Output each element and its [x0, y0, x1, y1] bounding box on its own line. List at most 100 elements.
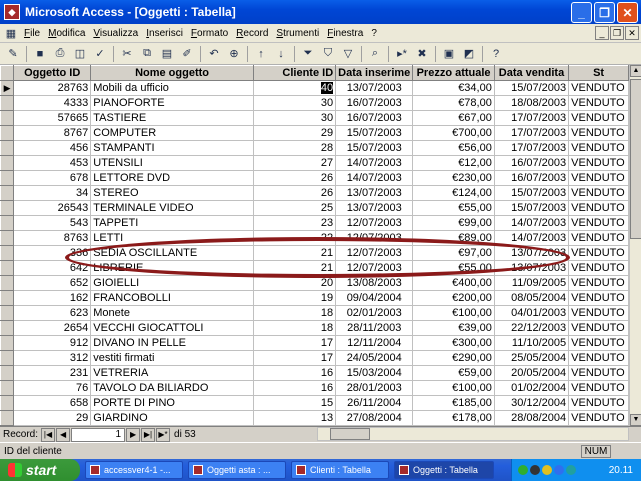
cell-prezzo-attuale[interactable]: €78,00 — [412, 95, 495, 111]
tray-icon[interactable] — [530, 465, 540, 475]
cell-data-vendita[interactable]: 11/09/2005 — [494, 275, 570, 291]
record-selector[interactable] — [0, 110, 15, 126]
cell-stato[interactable]: VENDUTO — [568, 215, 629, 231]
view-icon[interactable]: ✎ — [4, 45, 22, 63]
cell-stato[interactable]: VENDUTO — [568, 275, 629, 291]
cell-data-inserimento[interactable]: 14/07/2003 — [335, 155, 414, 171]
cell-data-inserimento[interactable]: 26/11/2004 — [335, 395, 414, 411]
cell-cliente-id[interactable]: 16 — [253, 365, 337, 381]
table-row[interactable]: 8767 COMPUTER 29 15/07/2003 €700,00 17/07/200… — [0, 125, 629, 141]
cell-data-vendita[interactable]: 15/07/2003 — [494, 200, 570, 216]
record-selector[interactable] — [0, 395, 15, 411]
cell-oggetto-id[interactable]: 543 — [13, 215, 92, 231]
cell-data-vendita[interactable]: 17/07/2003 — [494, 125, 570, 141]
cell-nome-oggetto[interactable]: SEDIA OSCILLANTE — [90, 245, 254, 261]
cell-cliente-id[interactable]: 30 — [253, 95, 337, 111]
scroll-up-arrow-icon[interactable]: ▲ — [630, 65, 641, 77]
record-selector[interactable] — [0, 155, 15, 171]
help-icon[interactable]: ? — [487, 45, 505, 63]
menu-inserisci[interactable]: Inserisci — [142, 28, 187, 39]
cell-prezzo-attuale[interactable]: €99,00 — [412, 215, 495, 231]
cell-nome-oggetto[interactable]: STEREO — [90, 185, 254, 201]
cell-stato[interactable]: VENDUTO — [568, 260, 629, 276]
cell-stato[interactable]: VENDUTO — [568, 95, 629, 111]
record-selector[interactable] — [0, 350, 15, 366]
cell-data-vendita[interactable]: 20/05/2004 — [494, 365, 570, 381]
cell-cliente-id[interactable]: 20 — [253, 275, 337, 291]
horizontal-scrollbar[interactable] — [317, 427, 629, 441]
cell-nome-oggetto[interactable]: DIVANO IN PELLE — [90, 335, 254, 351]
cell-prezzo-attuale[interactable]: €89,00 — [412, 230, 495, 246]
mdi-restore-button[interactable]: ❐ — [610, 26, 624, 40]
cell-prezzo-attuale[interactable]: €300,00 — [412, 335, 495, 351]
cell-stato[interactable]: VENDUTO — [568, 245, 629, 261]
column-header-data-vendita[interactable]: Data vendita — [493, 65, 570, 81]
cell-oggetto-id[interactable]: 652 — [13, 275, 92, 291]
cell-cliente-id[interactable]: 23 — [253, 215, 337, 231]
cell-prezzo-attuale[interactable]: €12,00 — [412, 155, 495, 171]
cell-cliente-id[interactable]: 30 — [253, 110, 337, 126]
cell-oggetto-id[interactable]: 623 — [13, 305, 92, 321]
cell-nome-oggetto[interactable]: Mobili da ufficio — [90, 80, 254, 96]
filter-selection-icon[interactable]: ⏷ — [299, 45, 317, 63]
record-selector[interactable] — [0, 290, 15, 306]
table-row[interactable]: 29 GIARDINO 13 27/08/2004 €178,00 28/08/2004 V… — [0, 410, 629, 426]
table-row[interactable]: 912 DIVANO IN PELLE 17 12/11/2004 €300,00 11/… — [0, 335, 629, 351]
cell-nome-oggetto[interactable]: TAPPETI — [90, 215, 254, 231]
cell-nome-oggetto[interactable]: VETRERIA — [90, 365, 254, 381]
record-selector[interactable] — [0, 275, 15, 291]
access-app-icon[interactable]: ◆ — [4, 4, 20, 20]
menu-file[interactable]: File — [20, 28, 44, 39]
column-header-oggetto-id[interactable]: Oggetto ID — [13, 65, 92, 81]
cell-oggetto-id[interactable]: 34 — [13, 185, 92, 201]
cell-stato[interactable]: VENDUTO — [568, 140, 629, 156]
table-row[interactable]: 623 Monete 18 02/01/2003 €100,00 04/01/2003 VE… — [0, 305, 629, 321]
new-record-nav-icon[interactable]: ▶* — [156, 427, 171, 442]
cell-cliente-id[interactable]: 16 — [253, 380, 337, 396]
scroll-down-arrow-icon[interactable]: ▼ — [630, 414, 641, 426]
table-row[interactable]: 162 FRANCOBOLLI 19 09/04/2004 €200,00 08/05/2… — [0, 290, 629, 306]
cell-stato[interactable]: VENDUTO — [568, 395, 629, 411]
column-header-stato[interactable]: St — [568, 65, 629, 81]
cell-nome-oggetto[interactable]: GIARDINO — [90, 410, 254, 426]
cell-data-inserimento[interactable]: 24/05/2004 — [335, 350, 414, 366]
cell-nome-oggetto[interactable]: TAVOLO DA BILIARDO — [90, 380, 254, 396]
current-record-input[interactable]: 1 — [71, 427, 126, 442]
new-record-icon[interactable]: ▸* — [393, 45, 411, 63]
cell-data-inserimento[interactable]: 12/07/2003 — [335, 230, 414, 246]
mdi-minimize-button[interactable]: _ — [595, 26, 609, 40]
cell-oggetto-id[interactable]: 29 — [13, 410, 92, 426]
cell-cliente-id[interactable]: 18 — [253, 305, 337, 321]
cell-data-inserimento[interactable]: 13/07/2003 — [335, 200, 414, 216]
cell-cliente-id[interactable]: 13 — [253, 410, 337, 426]
cell-stato[interactable]: VENDUTO — [568, 335, 629, 351]
cell-data-vendita[interactable]: 14/07/2003 — [494, 215, 570, 231]
cell-cliente-id[interactable]: 19 — [253, 290, 337, 306]
record-selector[interactable] — [0, 200, 15, 216]
record-selector[interactable] — [0, 170, 15, 186]
cell-prezzo-attuale[interactable]: €200,00 — [412, 290, 495, 306]
cell-stato[interactable]: VENDUTO — [568, 185, 629, 201]
select-all-corner[interactable] — [0, 65, 15, 81]
preview-icon[interactable]: ◫ — [71, 45, 89, 63]
sort-descending-icon[interactable]: ↓ — [272, 45, 290, 63]
cell-nome-oggetto[interactable]: LIBRERIE — [90, 260, 254, 276]
paste-icon[interactable]: ▤ — [158, 45, 176, 63]
cell-stato[interactable]: VENDUTO — [568, 410, 629, 426]
close-button[interactable]: ✕ — [617, 2, 638, 23]
cell-stato[interactable]: VENDUTO — [568, 110, 629, 126]
spelling-icon[interactable]: ✓ — [91, 45, 109, 63]
record-selector[interactable] — [0, 380, 15, 396]
cell-prezzo-attuale[interactable]: €400,00 — [412, 275, 495, 291]
cell-oggetto-id[interactable]: 336 — [13, 245, 92, 261]
mdi-close-button[interactable]: ✕ — [625, 26, 639, 40]
cell-data-inserimento[interactable]: 14/07/2003 — [335, 170, 414, 186]
cell-stato[interactable]: VENDUTO — [568, 305, 629, 321]
cell-prezzo-attuale[interactable]: €34,00 — [412, 80, 495, 96]
table-row[interactable]: 456 STAMPANTI 28 15/07/2003 €56,00 17/07/2003… — [0, 140, 629, 156]
table-row[interactable]: 678 LETTORE DVD 26 14/07/2003 €230,00 16/07/2… — [0, 170, 629, 186]
format-painter-icon[interactable]: ✐ — [178, 45, 196, 63]
cell-oggetto-id[interactable]: 8763 — [13, 230, 92, 246]
table-row[interactable]: 312 vestiti firmati 17 24/05/2004 €290,00 25/… — [0, 350, 629, 366]
cell-data-inserimento[interactable]: 12/07/2003 — [335, 215, 414, 231]
